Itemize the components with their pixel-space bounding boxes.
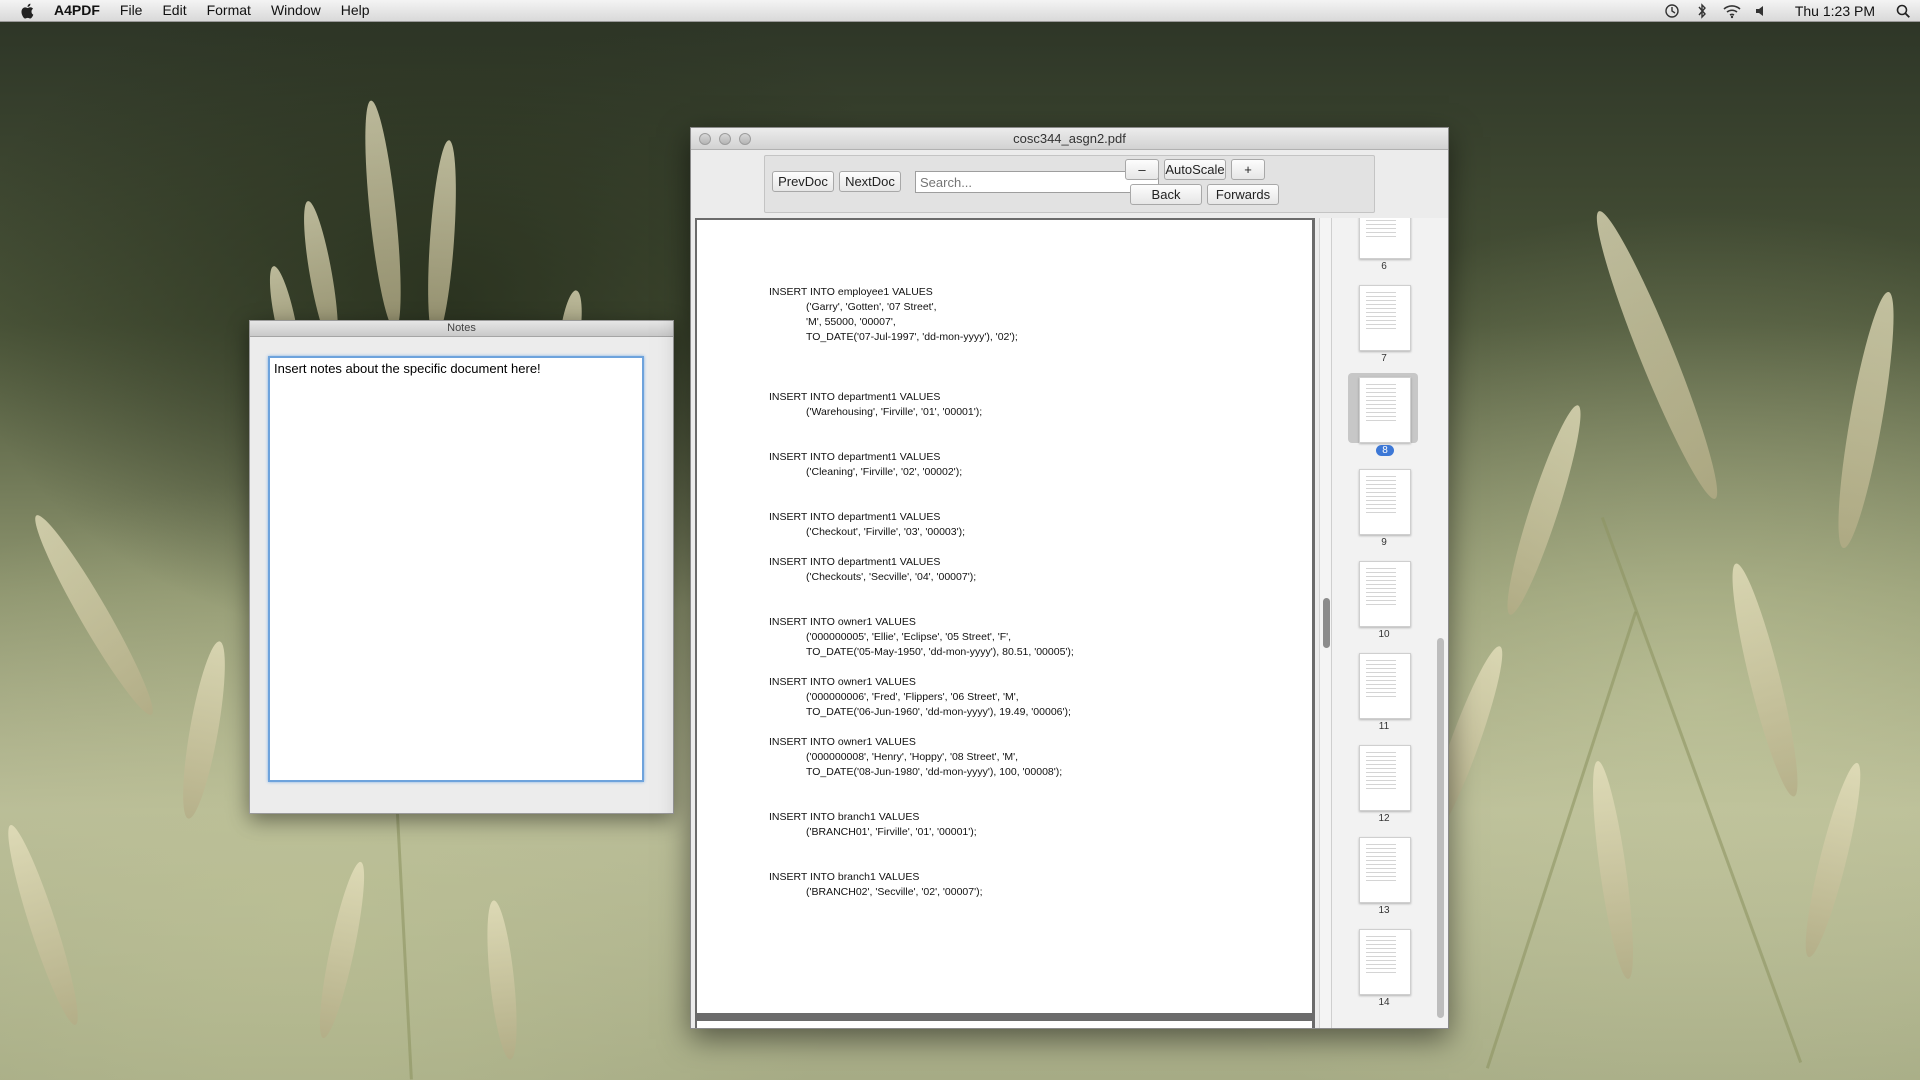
time-machine-icon[interactable] — [1662, 3, 1682, 19]
minimize-window-button[interactable] — [719, 133, 731, 145]
menu-file[interactable]: File — [110, 0, 153, 21]
page-thumbnail[interactable] — [1359, 218, 1411, 259]
menu-format[interactable]: Format — [197, 0, 261, 21]
page-thumbnail-label: 12 — [1378, 813, 1390, 824]
document-text-line: INSERT INTO branch1 VALUES — [769, 811, 920, 823]
document-text-line: TO_DATE('06-Jun-1960', 'dd-mon-yyyy'), 1… — [806, 706, 1071, 718]
document-text-line: INSERT INTO owner1 VALUES — [769, 736, 916, 748]
document-text-line: INSERT INTO employee1 VALUES — [769, 286, 933, 298]
document-text-line: INSERT INTO department1 VALUES — [769, 511, 941, 523]
page-thumbnail[interactable] — [1359, 745, 1411, 811]
page-thumbnail[interactable] — [1359, 377, 1411, 443]
thumbnail-preview — [1366, 568, 1396, 608]
autoscale-button[interactable]: AutoScale — [1164, 159, 1226, 180]
thumbnail-preview — [1366, 844, 1396, 884]
document-text-line: INSERT INTO department1 VALUES — [769, 556, 941, 568]
document-text-line: ('BRANCH02', 'Secville', '02', '00007'); — [806, 886, 983, 898]
pdf-window: cosc344_asgn2.pdf PrevDoc NextDoc – Auto… — [690, 127, 1449, 1029]
thumbnail-preview — [1366, 476, 1396, 516]
next-doc-button[interactable]: NextDoc — [839, 171, 901, 192]
document-text-line: ('Checkout', 'Firville', '03', '00003'); — [806, 526, 966, 538]
pdf-toolbar: PrevDoc NextDoc – AutoScale + Back Forwa… — [764, 155, 1375, 213]
notes-title[interactable]: Notes — [250, 321, 673, 337]
thumbnail-preview — [1366, 936, 1396, 976]
document-text-line: ('BRANCH01', 'Firville', '01', '00001'); — [806, 826, 977, 838]
back-button[interactable]: Back — [1130, 184, 1202, 205]
page-thumbnail-label: 8 — [1376, 445, 1394, 456]
thumbnail-scroll-thumb[interactable] — [1437, 638, 1444, 1018]
apple-menu-icon[interactable] — [19, 2, 37, 20]
thumbnail-preview — [1366, 752, 1396, 792]
zoom-out-button[interactable]: – — [1125, 159, 1159, 180]
document-text-line: TO_DATE('05-May-1950', 'dd-mon-yyyy'), 8… — [806, 646, 1074, 658]
thumbnail-scrollbar[interactable] — [1435, 218, 1445, 1028]
zoom-window-button[interactable] — [739, 133, 751, 145]
document-text-line: ('000000005', 'Ellie', 'Eclipse', '05 St… — [806, 631, 1012, 643]
thumbnail-preview — [1366, 292, 1396, 332]
document-text-line: 'M', 55000, '00007', — [806, 316, 896, 328]
thumbnail-preview — [1366, 660, 1396, 700]
menubar-clock[interactable]: Thu 1:23 PM — [1795, 3, 1875, 19]
close-window-button[interactable] — [699, 133, 711, 145]
zoom-in-button[interactable]: + — [1231, 159, 1265, 180]
pdf-page: INSERT INTO employee1 VALUES ('Garry', 'G… — [697, 220, 1312, 1013]
page-thumbnail[interactable] — [1359, 561, 1411, 627]
notes-window: Notes Insert notes about the specific do… — [249, 320, 674, 814]
menu-bar: A4PDF File Edit Format Window Help Thu 1… — [0, 0, 1920, 22]
menu-app-name[interactable]: A4PDF — [54, 0, 110, 21]
document-text-line: ('Warehousing', 'Firville', '01', '00001… — [806, 406, 983, 418]
prev-doc-button[interactable]: PrevDoc — [772, 171, 834, 192]
bluetooth-icon[interactable] — [1692, 2, 1712, 19]
menu-edit[interactable]: Edit — [152, 0, 196, 21]
page-thumbnail-label: 10 — [1378, 629, 1390, 640]
thumbnail-sidebar: 6 7 8 9 10 11 12 13 14 — [1331, 218, 1448, 1028]
document-text-line: INSERT INTO owner1 VALUES — [769, 676, 916, 688]
document-text-line: ('Cleaning', 'Firville', '02', '00002'); — [806, 466, 963, 478]
spotlight-search-icon[interactable] — [1894, 3, 1914, 19]
forwards-button[interactable]: Forwards — [1207, 184, 1279, 205]
document-text-line: TO_DATE('07-Jul-1997', 'dd-mon-yyyy'), '… — [806, 331, 1018, 343]
page-thumbnail-label: 11 — [1378, 721, 1390, 732]
document-text-line: INSERT INTO branch1 VALUES — [769, 871, 920, 883]
page-thumbnail[interactable] — [1359, 653, 1411, 719]
document-scroll-thumb[interactable] — [1323, 598, 1330, 648]
pdf-next-page — [697, 1021, 1312, 1028]
thumbnail-preview — [1366, 384, 1396, 424]
menu-window[interactable]: Window — [261, 0, 331, 21]
thumbnail-preview — [1366, 218, 1396, 240]
document-text-line: ('Checkouts', 'Secville', '04', '00007')… — [806, 571, 977, 583]
page-thumbnail[interactable] — [1359, 929, 1411, 995]
document-text-line: ('000000006', 'Fred', 'Flippers', '06 St… — [806, 691, 1019, 703]
document-text-line: INSERT INTO owner1 VALUES — [769, 616, 916, 628]
pdf-window-titlebar[interactable]: cosc344_asgn2.pdf — [691, 128, 1448, 150]
pdf-window-title: cosc344_asgn2.pdf — [1013, 131, 1126, 146]
volume-icon[interactable] — [1752, 3, 1772, 19]
document-text-line: ('000000008', 'Henry', 'Hoppy', '08 Stre… — [806, 751, 1019, 763]
document-text-line: INSERT INTO department1 VALUES — [769, 391, 941, 403]
notes-textarea[interactable]: Insert notes about the specific document… — [268, 356, 644, 782]
document-view[interactable]: INSERT INTO employee1 VALUES ('Garry', 'G… — [695, 218, 1315, 1028]
page-thumbnail-label: 9 — [1381, 537, 1387, 548]
page-thumbnail-label: 14 — [1378, 997, 1390, 1008]
document-text-line: INSERT INTO department1 VALUES — [769, 451, 941, 463]
document-text-line: ('Garry', 'Gotten', '07 Street', — [806, 301, 937, 313]
search-input[interactable] — [915, 171, 1159, 193]
page-thumbnail[interactable] — [1359, 837, 1411, 903]
page-thumbnail[interactable] — [1359, 285, 1411, 351]
page-thumbnail[interactable] — [1359, 469, 1411, 535]
page-thumbnail-label: 7 — [1381, 353, 1387, 364]
menu-help[interactable]: Help — [331, 0, 380, 21]
page-thumbnail-label: 13 — [1378, 905, 1390, 916]
page-thumbnail-label: 6 — [1381, 261, 1387, 272]
document-text-line: TO_DATE('08-Jun-1980', 'dd-mon-yyyy'), 1… — [806, 766, 1063, 778]
wifi-icon[interactable] — [1722, 3, 1742, 19]
